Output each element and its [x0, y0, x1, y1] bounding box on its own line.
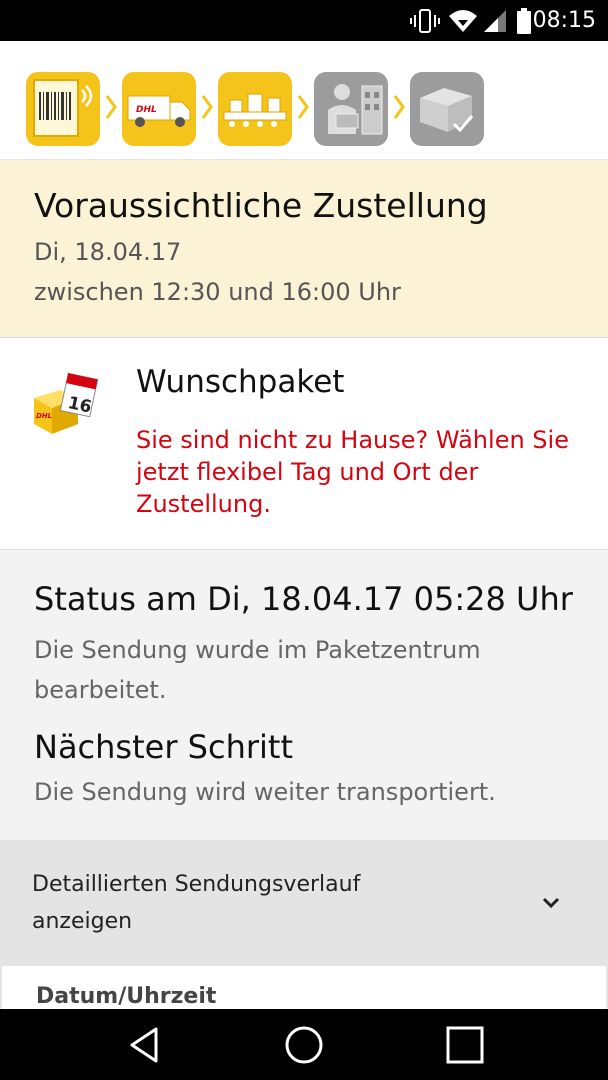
back-icon[interactable] [122, 1023, 166, 1067]
chevron-right-icon [297, 95, 309, 119]
recents-icon[interactable] [443, 1023, 487, 1067]
shipment-progress: DHL [0, 41, 608, 160]
status-text: Die Sendung wurde im Paketzentrum bearbe… [34, 636, 481, 704]
wunschpaket-title: Wunschpaket [136, 364, 345, 400]
signal-icon [484, 10, 506, 32]
next-step-title: Nächster Schritt [34, 728, 293, 766]
chevron-right-icon [105, 95, 117, 119]
parcel-delivered-icon [420, 88, 474, 133]
wifi-icon [449, 10, 477, 32]
shipment-history-toggle[interactable]: Detaillierten Sendungsverlauf anzeigen [0, 840, 608, 966]
shipment-history-label: Detaillierten Sendungsverlauf anzeigen [32, 872, 361, 934]
step-courier [314, 72, 388, 146]
step-delivered [410, 72, 484, 146]
calendar-parcel-icon: DHL 16 [34, 372, 99, 434]
chevron-right-icon [393, 95, 405, 119]
wunschpaket-link[interactable]: Sie sind nicht zu Hause? Wählen Sie jetz… [136, 424, 596, 520]
chevron-right-icon [201, 95, 213, 119]
svg-text:DHL: DHL [36, 412, 52, 420]
home-icon[interactable] [282, 1023, 326, 1067]
wunschpaket-section[interactable]: DHL 16 Wunschpaket Sie sind nicht zu Hau… [0, 338, 608, 550]
estimated-delivery-section: Voraussichtliche Zustellung Di, 18.04.17… [0, 160, 608, 338]
delivery-title: Voraussichtliche Zustellung [34, 186, 488, 225]
history-table-card: Datum/Uhrzeit [2, 966, 606, 1009]
status-title: Status am Di, 18.04.17 05:28 Uhr [34, 580, 573, 618]
navigation-bar [0, 1009, 608, 1080]
chevron-down-icon[interactable] [540, 892, 562, 914]
history-table: Datum/Uhrzeit [0, 966, 608, 1009]
clock: 08:15 [532, 8, 596, 33]
status-section: Status am Di, 18.04.17 05:28 Uhr Die Sen… [0, 550, 608, 840]
parcel-label-icon [33, 79, 93, 137]
courier-delivery-icon [328, 84, 383, 135]
next-step-text: Die Sendung wird weiter transportiert. [34, 778, 496, 806]
svg-text:DHL: DHL [136, 105, 157, 115]
parcel-sorting-icon [223, 93, 287, 127]
delivery-truck-icon: DHL [127, 95, 191, 127]
column-header-date: Datum/Uhrzeit [36, 984, 217, 1009]
delivery-date: Di, 18.04.17 [34, 238, 182, 266]
step-transport: DHL [122, 72, 196, 146]
step-parcel-label [26, 72, 100, 146]
status-bar: 08:15 [0, 0, 608, 41]
battery-icon [517, 8, 531, 34]
vibrate-icon [410, 9, 440, 33]
step-parcel-center [218, 72, 292, 146]
delivery-time-window: zwischen 12:30 und 16:00 Uhr [34, 278, 401, 306]
